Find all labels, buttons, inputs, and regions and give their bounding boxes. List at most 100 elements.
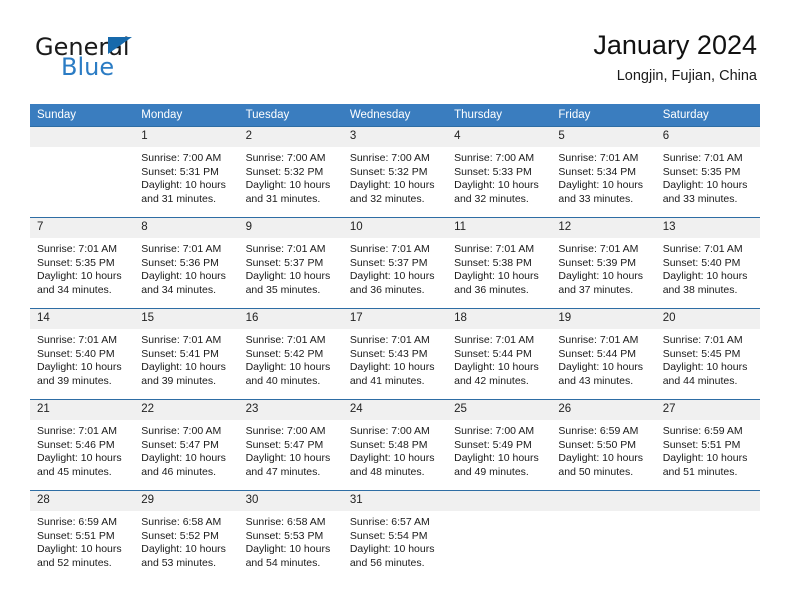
daylight-text-line2: and 32 minutes. — [454, 192, 529, 205]
sunset-text: Sunset: 5:49 PM — [454, 438, 532, 451]
calendar-day-cell-empty — [447, 490, 552, 581]
sunset-text: Sunset: 5:50 PM — [558, 438, 637, 451]
daylight-text-line2: and 40 minutes. — [245, 374, 321, 387]
calendar-week-row: 21 Sunrise: 7:01 AM Sunset: 5:46 PM Dayligh… — [30, 399, 760, 491]
day-number — [447, 491, 552, 511]
day-details: Sunrise: 7:01 AM Sunset: 5:35 PM Daylight:… — [656, 147, 760, 206]
day-number: 26 — [551, 400, 656, 420]
sunset-text: Sunset: 5:33 PM — [454, 165, 532, 178]
daylight-text-line1: Daylight: 10 hours — [141, 270, 226, 283]
calendar-day-cell[interactable]: 13 Sunrise: 7:01 AM Sunset: 5:40 PM Dayligh… — [655, 217, 760, 309]
day-cell-inner: 21 Sunrise: 7:01 AM Sunset: 5:46 PM Dayligh… — [30, 400, 135, 490]
day-cell-inner: 19 Sunrise: 7:01 AM Sunset: 5:44 PM Dayligh… — [551, 309, 656, 399]
calendar-day-cell[interactable]: 20 Sunrise: 7:01 AM Sunset: 5:45 PM Dayligh… — [655, 308, 760, 400]
sunrise-text: Sunrise: 7:01 AM — [245, 334, 326, 346]
day-number: 4 — [447, 127, 552, 147]
day-cell-inner: 25 Sunrise: 7:00 AM Sunset: 5:49 PM Dayligh… — [447, 400, 552, 490]
calendar-day-cell[interactable]: 16 Sunrise: 7:01 AM Sunset: 5:42 PM Dayligh… — [238, 308, 343, 400]
day-number: 23 — [238, 400, 343, 420]
calendar-day-cell[interactable]: 29 Sunrise: 6:58 AM Sunset: 5:52 PM Dayligh… — [134, 490, 239, 581]
daylight-text-line1: Daylight: 10 hours — [558, 270, 644, 283]
sunset-text: Sunset: 5:51 PM — [37, 529, 115, 542]
calendar-day-cell[interactable]: 27 Sunrise: 6:59 AM Sunset: 5:51 PM Dayligh… — [655, 399, 760, 491]
day-number: 8 — [134, 218, 239, 238]
daylight-text-line1: Daylight: 10 hours — [454, 452, 539, 465]
day-details: Sunrise: 7:00 AM Sunset: 5:31 PM Daylight:… — [134, 147, 238, 206]
day-details: Sunrise: 7:01 AM Sunset: 5:37 PM Daylight:… — [239, 238, 343, 297]
calendar-day-cell[interactable]: 31 Sunrise: 6:57 AM Sunset: 5:54 PM Dayligh… — [342, 490, 448, 581]
calendar-header-row: Sunday Monday Tuesday Wednesday Thursday Frid… — [30, 104, 760, 127]
daylight-text-line2: and 31 minutes. — [245, 192, 321, 205]
calendar-day-cell[interactable]: 25 Sunrise: 7:00 AM Sunset: 5:49 PM Dayligh… — [447, 399, 552, 491]
weekday-header-row: Sunday Monday Tuesday Wednesday Thursday Frid… — [30, 104, 760, 127]
calendar-day-cell[interactable]: 23 Sunrise: 7:00 AM Sunset: 5:47 PM Dayligh… — [238, 399, 343, 491]
daylight-text-line2: and 52 minutes. — [37, 556, 112, 569]
calendar-day-cell-empty — [551, 490, 656, 581]
calendar-day-cell[interactable]: 8 Sunrise: 7:01 AM Sunset: 5:36 PM Daylight… — [134, 217, 239, 309]
calendar-day-cell[interactable]: 6 Sunrise: 7:01 AM Sunset: 5:35 PM Daylight… — [655, 126, 760, 218]
sunrise-text: Sunrise: 6:59 AM — [37, 516, 117, 528]
day-number: 15 — [134, 309, 239, 329]
calendar-day-cell-empty — [655, 490, 760, 581]
sunset-text: Sunset: 5:39 PM — [558, 256, 637, 269]
calendar-day-cell[interactable]: 12 Sunrise: 7:01 AM Sunset: 5:39 PM Dayligh… — [551, 217, 656, 309]
day-cell-inner: 28 Sunrise: 6:59 AM Sunset: 5:51 PM Dayligh… — [30, 491, 135, 581]
calendar-day-cell[interactable]: 22 Sunrise: 7:00 AM Sunset: 5:47 PM Dayligh… — [134, 399, 239, 491]
daylight-text-line1: Daylight: 10 hours — [141, 543, 226, 556]
daylight-text-line2: and 34 minutes. — [141, 283, 216, 296]
calendar-day-cell[interactable]: 17 Sunrise: 7:01 AM Sunset: 5:43 PM Dayligh… — [342, 308, 448, 400]
general-blue-logo[interactable]: General Blue — [35, 34, 245, 90]
daylight-text-line1: Daylight: 10 hours — [245, 452, 331, 465]
calendar-day-cell[interactable]: 28 Sunrise: 6:59 AM Sunset: 5:51 PM Dayligh… — [30, 490, 135, 581]
calendar-day-cell[interactable]: 30 Sunrise: 6:58 AM Sunset: 5:53 PM Dayligh… — [238, 490, 343, 581]
day-number: 31 — [342, 491, 448, 511]
sunset-text: Sunset: 5:35 PM — [662, 165, 741, 178]
calendar-day-cell[interactable]: 5 Sunrise: 7:01 AM Sunset: 5:34 PM Daylight… — [551, 126, 656, 218]
daylight-text-line2: and 46 minutes. — [141, 465, 216, 478]
daylight-text-line2: and 48 minutes. — [349, 465, 425, 478]
day-details: Sunrise: 7:01 AM Sunset: 5:38 PM Daylight:… — [447, 238, 551, 297]
daylight-text-line1: Daylight: 10 hours — [349, 361, 435, 374]
sunset-text: Sunset: 5:40 PM — [662, 256, 741, 269]
day-cell-inner: 7 Sunrise: 7:01 AM Sunset: 5:35 PM Daylight… — [30, 218, 135, 308]
daylight-text-line2: and 39 minutes. — [37, 374, 112, 387]
title-block: January 2024 Longjin, Fujian, China — [593, 28, 757, 87]
calendar-day-cell[interactable]: 3 Sunrise: 7:00 AM Sunset: 5:32 PM Daylight… — [342, 126, 448, 218]
sunset-text: Sunset: 5:43 PM — [349, 347, 428, 360]
calendar-day-cell[interactable]: 2 Sunrise: 7:00 AM Sunset: 5:32 PM Daylight… — [238, 126, 343, 218]
day-cell-inner: 24 Sunrise: 7:00 AM Sunset: 5:48 PM Dayligh… — [342, 400, 448, 490]
calendar-day-cell[interactable]: 11 Sunrise: 7:01 AM Sunset: 5:38 PM Dayligh… — [447, 217, 552, 309]
day-cell-inner: 31 Sunrise: 6:57 AM Sunset: 5:54 PM Dayligh… — [342, 491, 448, 581]
calendar-day-cell[interactable]: 4 Sunrise: 7:00 AM Sunset: 5:33 PM Daylight… — [447, 126, 552, 218]
sunset-text: Sunset: 5:45 PM — [662, 347, 741, 360]
day-details: Sunrise: 7:01 AM Sunset: 5:35 PM Daylight:… — [30, 238, 134, 297]
calendar-day-cell[interactable]: 7 Sunrise: 7:01 AM Sunset: 5:35 PM Daylight… — [30, 217, 135, 309]
weekday-header-wednesday: Wednesday — [342, 104, 448, 127]
sunrise-text: Sunrise: 7:01 AM — [37, 334, 117, 346]
calendar-day-cell[interactable]: 9 Sunrise: 7:01 AM Sunset: 5:37 PM Daylight… — [238, 217, 343, 309]
daylight-text-line1: Daylight: 10 hours — [454, 179, 539, 192]
daylight-text-line2: and 43 minutes. — [558, 374, 634, 387]
calendar-day-cell[interactable]: 14 Sunrise: 7:01 AM Sunset: 5:40 PM Dayligh… — [30, 308, 135, 400]
calendar-day-cell[interactable]: 21 Sunrise: 7:01 AM Sunset: 5:46 PM Dayligh… — [30, 399, 135, 491]
sunrise-text: Sunrise: 6:59 AM — [662, 425, 743, 437]
calendar-day-cell[interactable]: 26 Sunrise: 6:59 AM Sunset: 5:50 PM Dayligh… — [551, 399, 656, 491]
day-number: 24 — [342, 400, 448, 420]
daylight-text-line1: Daylight: 10 hours — [245, 270, 331, 283]
daylight-text-line1: Daylight: 10 hours — [141, 361, 226, 374]
day-details: Sunrise: 7:01 AM Sunset: 5:37 PM Daylight:… — [343, 238, 447, 297]
calendar-day-cell[interactable]: 1 Sunrise: 7:00 AM Sunset: 5:31 PM Daylight… — [134, 126, 239, 218]
day-details: Sunrise: 7:01 AM Sunset: 5:43 PM Daylight:… — [343, 329, 447, 388]
calendar-day-cell[interactable]: 24 Sunrise: 7:00 AM Sunset: 5:48 PM Dayligh… — [342, 399, 448, 491]
calendar-day-cell[interactable]: 15 Sunrise: 7:01 AM Sunset: 5:41 PM Dayligh… — [134, 308, 239, 400]
sunset-text: Sunset: 5:44 PM — [558, 347, 637, 360]
day-details: Sunrise: 6:59 AM Sunset: 5:50 PM Daylight:… — [551, 420, 655, 479]
calendar-day-cell[interactable]: 19 Sunrise: 7:01 AM Sunset: 5:44 PM Dayligh… — [551, 308, 656, 400]
calendar-day-cell[interactable]: 10 Sunrise: 7:01 AM Sunset: 5:37 PM Dayligh… — [342, 217, 448, 309]
calendar-week-row: 14 Sunrise: 7:01 AM Sunset: 5:40 PM Dayligh… — [30, 308, 760, 400]
daylight-text-line2: and 56 minutes. — [349, 556, 425, 569]
day-cell-inner: 12 Sunrise: 7:01 AM Sunset: 5:39 PM Dayligh… — [551, 218, 656, 308]
day-number: 2 — [238, 127, 343, 147]
weekday-header-saturday: Saturday — [655, 104, 760, 127]
calendar-day-cell[interactable]: 18 Sunrise: 7:01 AM Sunset: 5:44 PM Dayligh… — [447, 308, 552, 400]
